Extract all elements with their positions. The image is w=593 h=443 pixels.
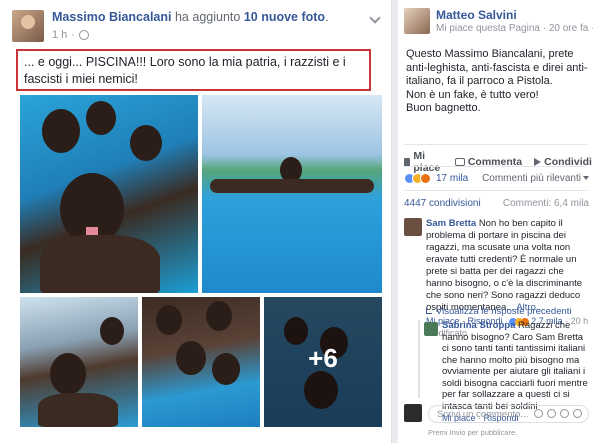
post-actions: Mi piace Commenta Condividi [404, 150, 592, 174]
more-photos-count[interactable]: +6 [264, 343, 382, 374]
photo-5-more[interactable]: +6 [264, 297, 382, 427]
comment-button[interactable]: Commenta [454, 150, 522, 174]
photo-count[interactable]: 10 nuove foto [244, 10, 325, 24]
separator: · [71, 29, 75, 41]
reply-item: Sabrina Stroppa Ragazzi che hanno bisogn… [418, 320, 589, 423]
author-name[interactable]: Massimo Biancalani [52, 10, 172, 24]
sticker-icon[interactable] [573, 409, 582, 418]
person-figure [206, 301, 232, 331]
comment-composer: Scrivi un commento... [404, 404, 589, 426]
person-body [40, 235, 160, 293]
author-line: Massimo Biancalani ha aggiunto 10 nuove … [52, 10, 329, 24]
gif-icon[interactable] [560, 409, 569, 418]
text-line: Non è un fake, è tutto vero! [406, 88, 539, 101]
person-figure [42, 109, 80, 153]
angry-reaction-icon [420, 173, 431, 184]
current-user-avatar [404, 404, 422, 422]
side-post: Matteo Salvini Mi piace questa Pagina · … [398, 0, 593, 443]
divider [404, 190, 587, 191]
photo-2[interactable] [202, 95, 382, 293]
view-previous-replies[interactable]: Visualizza le risposte precedenti [426, 306, 572, 317]
composer-hint: Premi Invio per pubblicare. [428, 428, 518, 437]
photo-1[interactable] [20, 95, 198, 293]
like-label: Mi piace [413, 150, 441, 174]
reactions-row: 17 mila Commenti più rilevanti [404, 173, 589, 184]
text-line: Buon bagnetto. [406, 102, 481, 114]
caret-down-icon [583, 176, 589, 181]
shares-count[interactable]: 4447 condivisioni [404, 198, 481, 209]
comments-count: Commenti: 6,4 mila [502, 198, 589, 209]
reactions-count[interactable]: 17 mila [436, 173, 468, 184]
divider [404, 166, 587, 167]
comment-input[interactable]: Scrivi un commento... [428, 405, 589, 423]
person-figure [50, 353, 86, 395]
person-figure [86, 101, 116, 135]
page-avatar[interactable] [404, 8, 430, 34]
composer-icons [534, 409, 582, 418]
post-time[interactable]: 1 h [52, 29, 67, 41]
person-body [38, 393, 118, 427]
replier-name[interactable]: Sabrina Stroppa [442, 320, 515, 331]
commenter-avatar[interactable] [404, 218, 422, 236]
person-figure [156, 305, 182, 335]
person-figure [176, 341, 206, 375]
action-pre: ha aggiunto [174, 10, 241, 24]
post-caption: ... e oggi... PISCINA!!! Loro sono la mi… [16, 49, 371, 91]
text-line: Questo Massimo Biancalani, prete anti-le… [406, 48, 588, 87]
author-avatar[interactable] [12, 10, 44, 42]
view-previous-label: Visualizza le risposte precedenti [436, 306, 572, 317]
photo-4[interactable] [142, 297, 260, 427]
person-figure [130, 125, 162, 161]
comment-text: Non ho ben capito il problema di portare… [426, 218, 583, 313]
action-post: . [325, 10, 329, 24]
replier-avatar[interactable] [424, 322, 438, 336]
divider [404, 144, 587, 145]
camera-icon[interactable] [547, 409, 556, 418]
page-name[interactable]: Matteo Salvini [436, 8, 517, 22]
main-post: Massimo Biancalani ha aggiunto 10 nuove … [0, 0, 392, 443]
page-meta: Mi piace questa Pagina · 20 ore fa · [436, 23, 593, 34]
chevron-down-icon[interactable] [369, 12, 381, 24]
reply-arrow-icon [426, 308, 432, 315]
globe-icon [78, 30, 89, 40]
like-button[interactable]: Mi piace [404, 150, 443, 174]
side-post-text: Questo Massimo Biancalani, prete anti-le… [406, 48, 588, 116]
post-meta: 1 h · [52, 29, 89, 41]
share-stats: 4447 condivisioni Commenti: 6,4 mila [404, 198, 589, 209]
comment-icon [454, 158, 465, 166]
photo-3[interactable] [20, 297, 138, 427]
comment-placeholder: Scrivi un commento... [437, 409, 529, 420]
person-figure [100, 317, 124, 345]
commenter-name[interactable]: Sam Bretta [426, 218, 476, 229]
person-figure [212, 353, 240, 385]
side-post-header: Matteo Salvini Mi piace questa Pagina · … [404, 8, 593, 38]
emoji-icon[interactable] [534, 409, 543, 418]
reply-text: Ragazzi che hanno bisogno? Caro Sam Bret… [442, 320, 588, 412]
comment-sort-select[interactable]: Commenti più rilevanti [482, 173, 589, 184]
sort-label: Commenti più rilevanti [482, 173, 581, 184]
share-icon [534, 158, 542, 166]
person-arms [210, 179, 374, 193]
share-button[interactable]: Condividi [534, 150, 592, 174]
post-header: Massimo Biancalani ha aggiunto 10 nuove … [12, 8, 383, 44]
